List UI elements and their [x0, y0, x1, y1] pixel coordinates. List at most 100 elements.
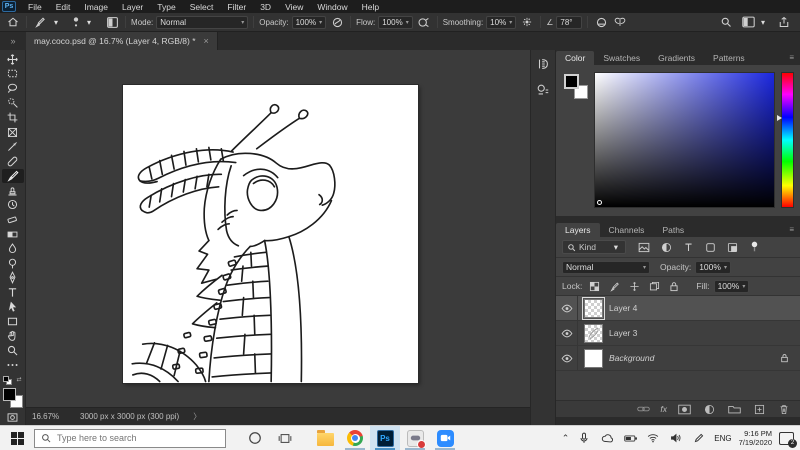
layer-style-icon[interactable]: fx [660, 404, 667, 414]
tab-paths[interactable]: Paths [653, 223, 693, 237]
visibility-toggle[interactable] [556, 296, 578, 320]
color-cursor[interactable] [597, 200, 602, 205]
menu-help[interactable]: Help [356, 2, 385, 12]
canvas[interactable] [123, 85, 418, 383]
battery-icon[interactable] [622, 430, 638, 446]
panel-menu-icon[interactable]: ≡ [789, 225, 794, 234]
quick-selection-tool[interactable] [2, 96, 24, 111]
layer-name[interactable]: Layer 3 [609, 328, 792, 338]
layer-row-layer-4[interactable]: Layer 4 [556, 296, 800, 321]
path-selection-tool[interactable] [2, 300, 24, 315]
pressure-opacity-icon[interactable] [329, 14, 345, 30]
lock-position-icon[interactable] [626, 278, 642, 294]
filter-type-layers-icon[interactable] [680, 239, 696, 255]
menu-filter[interactable]: Filter [221, 2, 252, 12]
toolbar-collapse-icon[interactable]: » [0, 36, 26, 46]
close-icon[interactable]: × [204, 36, 209, 46]
lock-artboard-icon[interactable] [646, 278, 662, 294]
blend-mode-select[interactable]: Normal ▾ [156, 16, 248, 29]
new-group-icon[interactable] [726, 401, 742, 417]
hue-slider-marker[interactable] [777, 115, 782, 121]
link-layers-icon[interactable] [635, 401, 651, 417]
task-view-button[interactable] [270, 426, 300, 450]
brush-angle-field[interactable]: 78° [556, 16, 582, 29]
layer-row-background[interactable]: Background [556, 346, 800, 371]
quick-mask-icon[interactable] [2, 411, 24, 426]
layer-thumbnail[interactable] [584, 299, 603, 318]
paint-symmetry-icon[interactable] [612, 14, 628, 30]
microphone-icon[interactable] [576, 430, 592, 446]
eraser-tool[interactable] [2, 212, 24, 227]
frame-tool[interactable] [2, 125, 24, 140]
menu-window[interactable]: Window [311, 2, 353, 12]
blur-tool[interactable] [2, 241, 24, 256]
panel-menu-icon[interactable]: ≡ [789, 53, 794, 62]
volume-icon[interactable] [668, 430, 684, 446]
edit-toolbar-icon[interactable] [2, 358, 24, 373]
tab-swatches[interactable]: Swatches [594, 51, 649, 65]
home-icon[interactable] [5, 14, 21, 30]
opacity-select[interactable]: 100% ▾ [292, 16, 326, 29]
history-brush-tool[interactable] [2, 198, 24, 213]
filter-pixel-layers-icon[interactable] [636, 239, 652, 255]
tab-patterns[interactable]: Patterns [704, 51, 754, 65]
pen-tool[interactable] [2, 270, 24, 285]
menu-edit[interactable]: Edit [50, 2, 77, 12]
rectangle-tool[interactable] [2, 314, 24, 329]
filter-shape-layers-icon[interactable] [702, 239, 718, 255]
brush-size-picker[interactable]: ▾ [66, 13, 99, 31]
menu-type[interactable]: Type [151, 2, 181, 12]
tab-layers[interactable]: Layers [556, 223, 600, 237]
chrome-button[interactable] [340, 426, 370, 450]
hand-tool[interactable] [2, 329, 24, 344]
foreground-background-swatches[interactable] [3, 388, 23, 407]
hue-slider[interactable] [781, 72, 794, 208]
layer-thumbnail[interactable] [584, 324, 603, 343]
tab-gradients[interactable]: Gradients [649, 51, 704, 65]
flow-select[interactable]: 100% ▾ [378, 16, 412, 29]
file-explorer-button[interactable] [310, 426, 340, 450]
lock-image-icon[interactable] [606, 278, 622, 294]
tray-expand-icon[interactable]: ⌃ [562, 433, 570, 444]
history-panel-icon[interactable] [535, 56, 551, 72]
workspace-switcher[interactable]: ▾ [742, 16, 768, 29]
marquee-tool[interactable] [2, 67, 24, 82]
brush-tool[interactable] [2, 169, 24, 184]
menu-image[interactable]: Image [78, 2, 114, 12]
zoom-tool[interactable] [2, 343, 24, 358]
filter-adjustment-layers-icon[interactable] [658, 239, 674, 255]
smoothing-select[interactable]: 10% ▾ [486, 16, 516, 29]
brush-settings-panel-icon[interactable] [104, 14, 120, 30]
menu-3d[interactable]: 3D [254, 2, 277, 12]
pressure-size-icon[interactable] [593, 14, 609, 30]
onedrive-icon[interactable] [599, 430, 615, 446]
tool-preset-picker[interactable]: ▾ [27, 13, 66, 31]
filter-toggle-icon[interactable] [746, 239, 762, 255]
taskbar-search[interactable] [34, 429, 226, 448]
layer-thumbnail[interactable] [584, 349, 603, 368]
menu-view[interactable]: View [279, 2, 309, 12]
lock-all-icon[interactable] [666, 278, 682, 294]
clone-stamp-tool[interactable] [2, 183, 24, 198]
delete-layer-icon[interactable] [776, 401, 792, 417]
start-button[interactable] [0, 426, 34, 450]
move-tool[interactable] [2, 52, 24, 67]
lasso-tool[interactable] [2, 81, 24, 96]
taskbar-clock[interactable]: 9:16 PM 7/19/2020 [739, 429, 772, 448]
default-swap-colors[interactable]: ⇄ [3, 376, 23, 385]
gear-icon[interactable] [519, 14, 535, 30]
adjustment-layer-icon[interactable] [701, 401, 717, 417]
lock-transparency-icon[interactable] [586, 278, 602, 294]
tab-channels[interactable]: Channels [600, 223, 654, 237]
filter-smart-objects-icon[interactable] [724, 239, 740, 255]
add-mask-icon[interactable] [676, 401, 692, 417]
gradient-tool[interactable] [2, 227, 24, 242]
dodge-tool[interactable] [2, 256, 24, 271]
document-tab[interactable]: may.coco.psd @ 16.7% (Layer 4, RGB/8) * … [26, 32, 218, 50]
crop-tool[interactable] [2, 110, 24, 125]
visibility-toggle[interactable] [556, 321, 578, 345]
pasteboard[interactable] [26, 50, 530, 407]
type-tool[interactable] [2, 285, 24, 300]
search-input[interactable] [57, 433, 207, 443]
new-layer-icon[interactable] [751, 401, 767, 417]
